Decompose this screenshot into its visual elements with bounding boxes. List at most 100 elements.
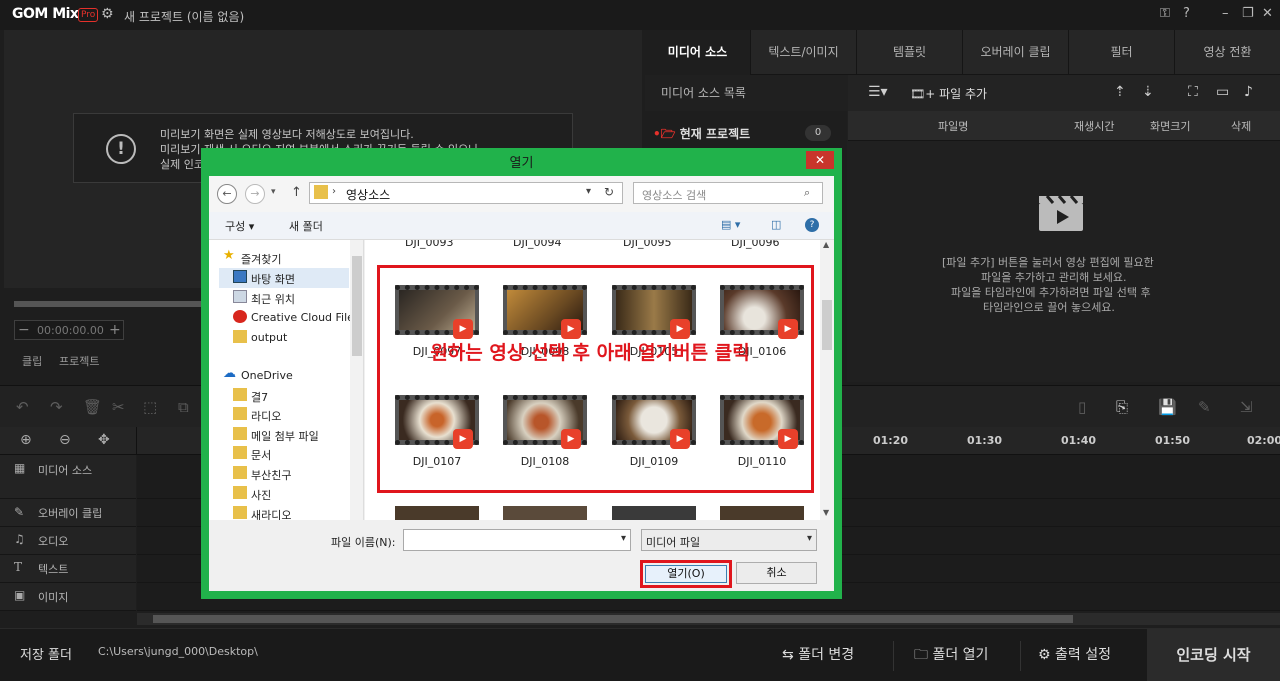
output-settings-button[interactable]: ⚙ 출력 설정 xyxy=(1038,629,1111,681)
zoom-in-icon[interactable]: ⊕ xyxy=(20,432,32,448)
list-menu-icon[interactable]: ☰▾ xyxy=(868,84,888,100)
track-header-text[interactable]: T 텍스트 xyxy=(0,555,136,583)
nav-creative-cloud[interactable]: Creative Cloud Files xyxy=(233,308,363,328)
key-icon[interactable]: ⚿ xyxy=(1160,6,1170,21)
history-dropdown-icon[interactable]: ▾ xyxy=(271,187,276,197)
nav-favorites[interactable]: ★ 즐겨찾기 xyxy=(223,248,363,268)
redo-icon[interactable]: ↷ xyxy=(50,398,63,416)
video-file[interactable]: ▶ DJI_0106 xyxy=(710,285,810,385)
video-file[interactable]: ▶ DJI_0105 xyxy=(602,285,702,385)
tab-text-image[interactable]: 텍스트/이미지 xyxy=(751,30,857,75)
restore-icon[interactable]: ❐ xyxy=(1242,6,1254,21)
file-list-scrollbar[interactable]: ▲ ▼ xyxy=(820,240,834,520)
nav-folder[interactable]: 문서 xyxy=(233,444,363,464)
search-input[interactable]: 영상소스 검색 ⌕ xyxy=(633,182,823,204)
save-icon[interactable]: 💾 xyxy=(1158,398,1177,416)
nav-folder[interactable]: 결7 xyxy=(233,386,363,406)
current-project-item[interactable]: •🗁 현재 프로젝트 xyxy=(653,125,750,146)
minus-icon[interactable]: − xyxy=(18,322,30,338)
view-options-icon[interactable]: ▤ ▾ xyxy=(721,218,740,231)
sort-down-icon[interactable]: ⇣ xyxy=(1142,84,1154,100)
zoom-out-icon[interactable]: ⊖ xyxy=(59,432,71,448)
time-stepper[interactable]: − 00:00:00.00 + xyxy=(14,320,124,340)
scroll-thumb[interactable] xyxy=(352,256,362,356)
audio-edit-icon[interactable]: ♪ xyxy=(1244,84,1253,100)
chevron-down-icon[interactable]: ▾ xyxy=(621,533,626,544)
scroll-down-icon[interactable]: ▼ xyxy=(823,508,829,517)
help-icon[interactable]: ? xyxy=(1183,6,1190,21)
undo-icon[interactable]: ↶ xyxy=(16,398,29,416)
encode-start-button[interactable]: 인코딩 시작 xyxy=(1147,629,1280,681)
video-file[interactable]: ▶ DJI_0107 xyxy=(385,395,485,495)
cut-icon[interactable]: ✂ xyxy=(112,398,125,416)
export-icon[interactable]: ⇲ xyxy=(1240,398,1253,416)
chevron-down-icon[interactable]: ▾ xyxy=(586,186,591,197)
replace-icon[interactable]: ⎘ xyxy=(1116,398,1128,416)
open-button[interactable]: 열기(O) xyxy=(645,565,727,583)
help-icon[interactable]: ? xyxy=(805,218,819,232)
open-folder-button[interactable]: 🗀 폴더 열기 xyxy=(914,629,988,681)
nav-desktop[interactable]: 바탕 화면 xyxy=(233,268,363,288)
trash-icon[interactable]: 🗑 xyxy=(83,398,102,416)
select-area-icon[interactable]: ⬚ xyxy=(143,398,157,416)
video-file[interactable]: ▶ DJI_0110 xyxy=(710,395,810,495)
video-file[interactable]: ▶ DJI_0108 xyxy=(493,395,593,495)
nav-folder[interactable]: 사진 xyxy=(233,484,363,504)
search-icon[interactable]: ⌕ xyxy=(804,186,810,200)
column-filename[interactable]: 파일명 xyxy=(938,118,968,134)
close-icon[interactable]: ✕ xyxy=(1262,6,1273,21)
split-icon[interactable]: ⧉ xyxy=(178,398,189,416)
clip-info-icon[interactable]: ▯ xyxy=(1078,398,1086,416)
tab-template[interactable]: 템플릿 xyxy=(857,30,963,75)
nav-folder[interactable]: 부산친구 xyxy=(233,464,363,484)
track-header-audio[interactable]: ♫ 오디오 xyxy=(0,527,136,555)
change-folder-button[interactable]: ⇆ 폴더 변경 xyxy=(782,629,854,681)
scroll-thumb[interactable] xyxy=(822,300,832,350)
filetype-select[interactable]: 미디어 파일 ▾ xyxy=(641,529,817,551)
chevron-down-icon[interactable]: ▾ xyxy=(807,533,812,544)
track-header-image[interactable]: ▣ 이미지 xyxy=(0,583,136,611)
minimize-icon[interactable]: – xyxy=(1222,6,1229,21)
video-edit-icon[interactable]: ⛶ xyxy=(1188,84,1198,100)
track-header-overlay[interactable]: ✎ 오버레이 클립 xyxy=(0,499,136,527)
tab-media-source[interactable]: 미디어 소스 xyxy=(645,30,751,75)
video-file[interactable]: ▶ DJI_0097 xyxy=(385,285,485,385)
video-file[interactable]: ▶ DJI_0098 xyxy=(493,285,593,385)
preview-pane-icon[interactable]: ◫ xyxy=(771,218,781,231)
timeline-scrollbar[interactable] xyxy=(137,613,1280,625)
nav-recent[interactable]: 최근 위치 xyxy=(233,288,363,308)
tab-filter[interactable]: 필터 xyxy=(1069,30,1175,75)
plus-icon[interactable]: + xyxy=(109,322,121,338)
video-file[interactable]: ▶ DJI_0109 xyxy=(602,395,702,495)
nav-scrollbar[interactable] xyxy=(350,240,363,520)
tab-clip[interactable]: 클립 xyxy=(22,353,42,369)
add-file-button[interactable]: 🎞+ 파일 추가 xyxy=(910,85,987,102)
fit-icon[interactable]: ✥ xyxy=(98,432,110,448)
nav-folder[interactable]: 메일 첨부 파일 xyxy=(233,425,363,445)
cancel-button[interactable]: 취소 xyxy=(736,562,817,584)
up-icon[interactable]: ↑ xyxy=(291,185,302,200)
scroll-thumb[interactable] xyxy=(153,615,1073,623)
tab-transition[interactable]: 영상 전환 xyxy=(1175,30,1280,75)
track-header-media[interactable]: ▦ 미디어 소스 xyxy=(0,455,136,499)
organize-button[interactable]: 구성 ▾ xyxy=(225,218,254,234)
column-resolution[interactable]: 화면크기 xyxy=(1150,118,1190,134)
back-icon[interactable]: ← xyxy=(217,184,237,204)
gear-icon[interactable]: ⚙ xyxy=(101,6,114,22)
nav-folder[interactable]: 라디오 xyxy=(233,405,363,425)
tab-overlay-clip[interactable]: 오버레이 클립 xyxy=(963,30,1069,75)
refresh-icon[interactable]: ↻ xyxy=(604,185,614,199)
sort-up-icon[interactable]: ⇡ xyxy=(1114,84,1126,100)
dialog-close-icon[interactable]: ✕ xyxy=(806,151,834,169)
tab-project[interactable]: 프로젝트 xyxy=(59,353,99,369)
filename-input[interactable]: ▾ xyxy=(403,529,631,551)
nav-folder[interactable]: 새라디오 xyxy=(233,504,363,520)
forward-icon[interactable]: → xyxy=(245,184,265,204)
scroll-up-icon[interactable]: ▲ xyxy=(823,240,829,249)
new-folder-button[interactable]: 새 폴더 xyxy=(289,218,323,234)
address-bar[interactable]: › 영상소스 ▾ ↻ xyxy=(309,182,623,204)
overlay-edit-icon[interactable]: ▭ xyxy=(1216,84,1229,100)
nav-output[interactable]: output xyxy=(233,328,363,348)
nav-onedrive[interactable]: ☁ OneDrive xyxy=(223,366,363,386)
column-delete[interactable]: 삭제 xyxy=(1231,118,1251,134)
